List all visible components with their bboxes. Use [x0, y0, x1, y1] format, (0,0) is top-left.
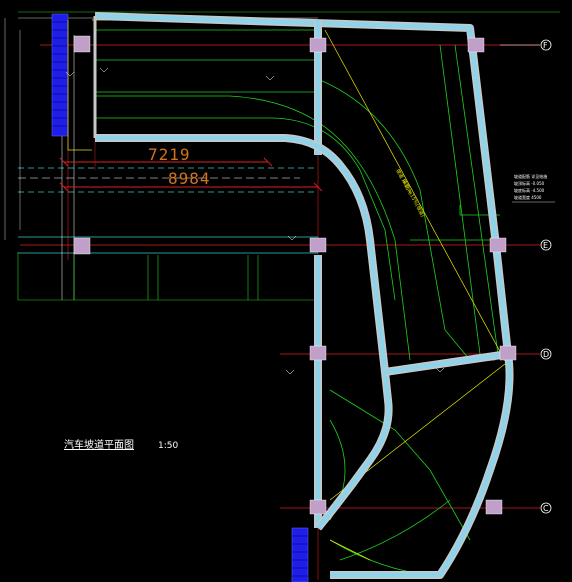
axis-label-d: D: [543, 350, 549, 359]
column: [309, 37, 327, 53]
axis-label-c: C: [543, 504, 549, 513]
side-note-line-4: 坡道宽度 4500: [514, 194, 542, 200]
side-note-line-2: 坡顶标高 -0.050: [514, 180, 545, 186]
column: [309, 345, 327, 361]
dimension-inner: 7219: [148, 145, 191, 164]
axis-label-f: F: [543, 41, 548, 50]
yellow-diagonals: [67, 19, 511, 561]
ramp-green-lines: [96, 29, 500, 576]
stair-strip-bottom: [291, 527, 309, 582]
column: [309, 237, 327, 253]
axis-label-e: E: [543, 241, 548, 250]
yellow-note-2: 坡道 i=15%(坡道): [400, 178, 426, 219]
columns: [73, 35, 517, 515]
cad-drawing-stage: F E D C 坡道 i=15% 坡道 i=15%(坡道) 7219 8984 …: [0, 0, 572, 582]
column: [489, 237, 507, 253]
cad-drawing-canvas: F E D C 坡道 i=15% 坡道 i=15%(坡道) 7219 8984 …: [4, 11, 560, 582]
column: [73, 35, 91, 53]
column: [309, 499, 327, 515]
column: [485, 499, 503, 515]
column: [467, 37, 485, 53]
dimension-outer: 8984: [168, 169, 211, 188]
level-markers: [65, 67, 445, 375]
side-note-line-1: 坡道配筋 详见结施: [514, 173, 547, 179]
side-note-line-3: 坡底标高 -4.500: [514, 187, 545, 193]
drawing-title: 汽车坡道平面图: [64, 438, 134, 451]
stair-strip-top: [51, 13, 69, 137]
column: [499, 345, 517, 361]
inner-wall-curve: [95, 134, 393, 531]
drawing-scale: 1:50: [158, 441, 178, 451]
side-note: 坡道配筋 详见结施 坡顶标高 -0.050 坡底标高 -4.500 坡道宽度 4…: [512, 173, 555, 203]
column: [73, 237, 91, 255]
